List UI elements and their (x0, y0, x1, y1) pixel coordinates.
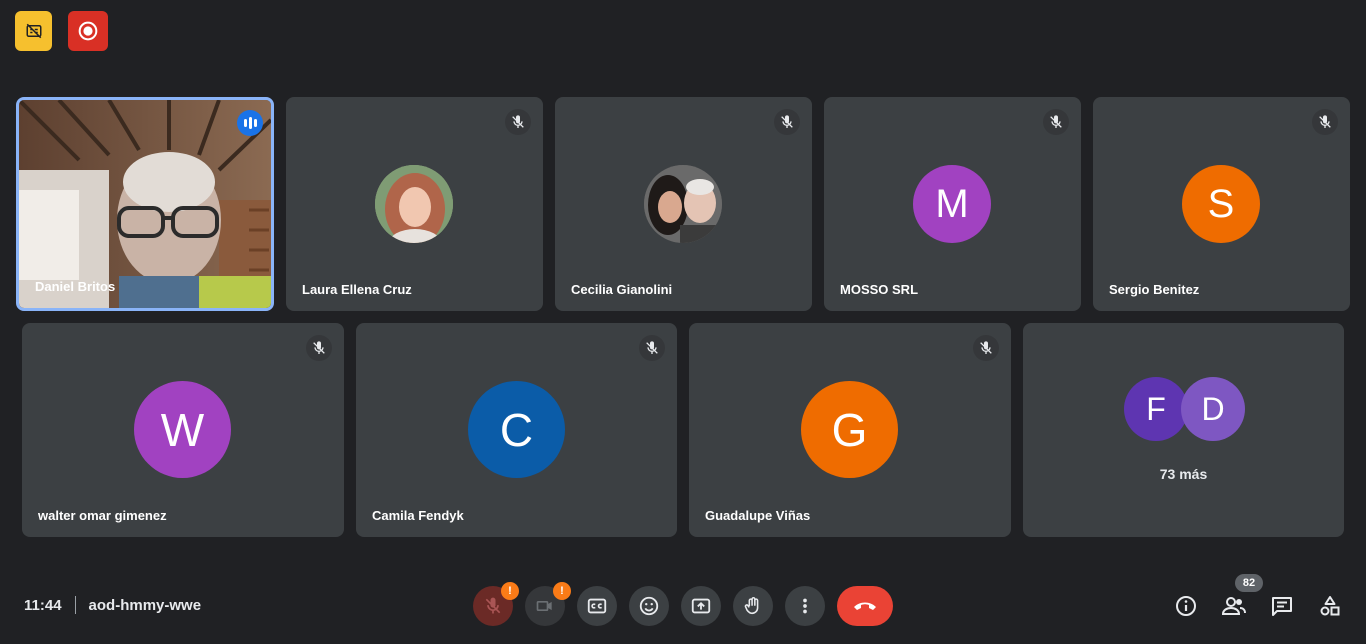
mic-off-icon (1312, 109, 1338, 135)
mic-off-icon (973, 335, 999, 361)
participant-name: walter omar gimenez (38, 508, 167, 523)
closed-caption-off-icon (26, 23, 41, 39)
people-button[interactable] (1220, 592, 1248, 620)
mic-off-icon (1043, 109, 1069, 135)
participant-tile[interactable]: C Camila Fendyk (356, 323, 677, 537)
more-participants-label: 73 más (1159, 466, 1208, 482)
participant-avatar: G (801, 381, 898, 478)
participant-tile[interactable]: W walter omar gimenez (22, 323, 344, 537)
record-icon (78, 21, 98, 41)
overflow-avatar: F (1124, 377, 1188, 441)
participant-tile[interactable]: G Guadalupe Viñas (689, 323, 1011, 537)
mic-off-icon (306, 335, 332, 361)
mic-off-icon (505, 109, 531, 135)
participant-video-frame (19, 100, 271, 308)
participant-name: MOSSO SRL (840, 282, 919, 297)
participant-avatar: M (913, 165, 991, 243)
chat-button[interactable] (1268, 592, 1296, 620)
present-icon (691, 598, 711, 614)
mic-off-icon (485, 597, 501, 614)
speaking-indicator-icon (237, 110, 263, 136)
participant-photo (375, 165, 453, 243)
chat-icon (1272, 597, 1292, 616)
leave-call-button[interactable] (837, 586, 893, 626)
people-icon (1221, 597, 1246, 615)
participant-tile[interactable]: Laura Ellena Cruz (286, 97, 543, 311)
participant-tile-video[interactable]: Daniel Britos (16, 97, 274, 311)
captions-button[interactable] (577, 586, 617, 626)
participant-name: Sergio Benitez (1109, 282, 1200, 297)
call-end-icon (854, 602, 876, 610)
reactions-button[interactable] (629, 586, 669, 626)
microphone-button[interactable]: ! (473, 582, 519, 626)
mic-off-icon (774, 109, 800, 135)
participant-name: Guadalupe Viñas (705, 508, 811, 523)
participant-avatar: C (468, 381, 565, 478)
more-options-button[interactable] (785, 586, 825, 626)
mic-off-icon (639, 335, 665, 361)
warning-badge: ! (553, 582, 571, 600)
participant-avatar: W (134, 381, 231, 478)
meeting-code[interactable]: aod-hmmy-wwe (89, 597, 202, 614)
participant-name: Laura Ellena Cruz (302, 282, 412, 297)
meeting-time: 11:44 (24, 596, 62, 614)
emoji-icon (639, 596, 659, 616)
captions-off-indicator[interactable] (15, 11, 52, 51)
participant-tile[interactable]: Cecilia Gianolini (555, 97, 812, 311)
raise-hand-button[interactable] (733, 586, 773, 626)
participant-name: Cecilia Gianolini (571, 282, 673, 297)
overflow-avatar: D (1181, 377, 1245, 441)
meeting-info: 11:44 aod-hmmy-wwe (24, 596, 201, 614)
warning-badge: ! (501, 582, 519, 600)
activities-button[interactable] (1316, 592, 1344, 620)
camera-button[interactable]: ! (525, 582, 571, 626)
camera-off-icon (536, 601, 552, 611)
closed-caption-icon (587, 598, 607, 614)
more-vert-icon (803, 598, 807, 614)
shapes-icon (1320, 596, 1340, 616)
participant-photo (644, 165, 722, 243)
participant-name: Camila Fendyk (372, 508, 464, 523)
participant-avatar: S (1182, 165, 1260, 243)
divider (74, 596, 76, 614)
more-participants-tile[interactable]: F D 73 más (1023, 323, 1344, 537)
people-count-badge: 82 (1235, 574, 1263, 592)
participant-name: Daniel Britos (35, 279, 116, 294)
hand-icon (744, 597, 759, 615)
participant-tile[interactable]: S Sergio Benitez (1093, 97, 1350, 311)
present-screen-button[interactable] (681, 586, 721, 626)
recording-indicator[interactable] (68, 11, 108, 51)
info-icon (1176, 596, 1196, 616)
meeting-details-button[interactable] (1172, 592, 1200, 620)
participant-tile[interactable]: M MOSSO SRL (824, 97, 1081, 311)
